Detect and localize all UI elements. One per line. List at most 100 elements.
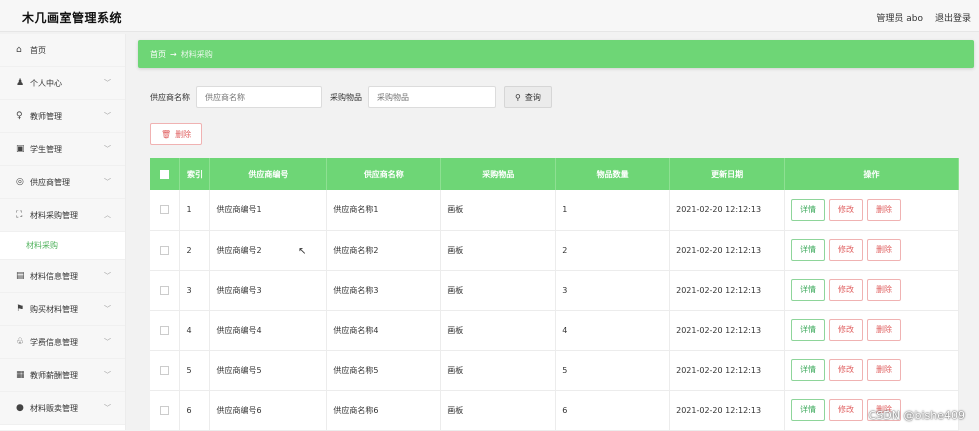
sidebar-item-purchase[interactable]: ⛶材料采购管理︿ bbox=[0, 199, 125, 232]
sidebar-item-student[interactable]: ▣学生管理﹀ bbox=[0, 133, 125, 166]
edit-button[interactable]: 修改 bbox=[829, 359, 863, 381]
detail-button[interactable]: 详情 bbox=[791, 199, 825, 221]
batch-delete-button[interactable]: 🗑 删除 bbox=[150, 123, 202, 145]
sidebar-item-fee[interactable]: ♧学费信息管理﹀ bbox=[0, 326, 125, 359]
sidebar-item-label: 供应商管理 bbox=[30, 177, 70, 188]
sidebar: ⌂首页♟个人中心﹀♀教师管理﹀▣学生管理﹀◎供应商管理﹀⛶材料采购管理︿材料采购… bbox=[0, 34, 126, 430]
table-row: 5供应商编号5供应商名称5画板52021-02-20 12:12:13详情修改删… bbox=[150, 350, 959, 390]
mouse-cursor-icon: ↖ bbox=[298, 246, 306, 257]
row-select-cell[interactable] bbox=[150, 390, 180, 430]
edit-button[interactable]: 修改 bbox=[829, 199, 863, 221]
row-checkbox[interactable] bbox=[160, 406, 169, 415]
sidebar-subitem-purchase[interactable]: 材料采购 bbox=[0, 232, 125, 260]
detail-button[interactable]: 详情 bbox=[791, 359, 825, 381]
sidebar-item-user[interactable]: ♟个人中心﹀ bbox=[0, 67, 125, 100]
purchase-item-label: 采购物品 bbox=[330, 92, 362, 103]
edit-button[interactable]: 修改 bbox=[829, 399, 863, 421]
supplier-name-label: 供应商名称 bbox=[150, 92, 190, 103]
header-qty[interactable]: 物品数量 bbox=[556, 158, 670, 190]
row-select-cell[interactable] bbox=[150, 310, 180, 350]
row-select-cell[interactable] bbox=[150, 350, 180, 390]
row-select-cell[interactable] bbox=[150, 190, 180, 230]
delete-button[interactable]: 删除 bbox=[867, 239, 901, 261]
cell-supplier-name: 供应商名称5 bbox=[327, 350, 441, 390]
teacher-icon: ♀ bbox=[16, 111, 30, 121]
table-row: 3供应商编号3供应商名称3画板32021-02-20 12:12:13详情修改删… bbox=[150, 270, 959, 310]
admin-user-label[interactable]: 管理员 abo bbox=[876, 11, 923, 24]
flag-icon: ⚑ bbox=[16, 304, 30, 314]
sidebar-item-sale[interactable]: ●材料贩卖管理﹀ bbox=[0, 392, 125, 425]
delete-button[interactable]: 删除 bbox=[867, 199, 901, 221]
header-purchase-item[interactable]: 采购物品 bbox=[441, 158, 556, 190]
detail-button[interactable]: 详情 bbox=[791, 239, 825, 261]
cell-purchase-item: 画板 bbox=[441, 270, 556, 310]
cell-index: 5 bbox=[180, 350, 210, 390]
row-checkbox[interactable] bbox=[160, 366, 169, 375]
sidebar-item-material-info[interactable]: ▤材料信息管理﹀ bbox=[0, 260, 125, 293]
breadcrumb-home[interactable]: 首页 bbox=[150, 49, 166, 60]
cell-supplier-name: 供应商名称4 bbox=[327, 310, 441, 350]
supplier-icon: ◎ bbox=[16, 177, 30, 187]
detail-button[interactable]: 详情 bbox=[791, 279, 825, 301]
purchase-item-input[interactable] bbox=[368, 86, 496, 108]
row-checkbox[interactable] bbox=[160, 205, 169, 214]
row-checkbox[interactable] bbox=[160, 326, 169, 335]
search-filters: 供应商名称 采购物品 ⚲ 查询 bbox=[150, 86, 552, 108]
cell-purchase-item: 画板 bbox=[441, 310, 556, 350]
material-info-icon: ▤ bbox=[16, 271, 30, 281]
delete-button[interactable]: 删除 bbox=[867, 279, 901, 301]
header-supplier-name[interactable]: 供应商名称 bbox=[327, 158, 441, 190]
edit-button[interactable]: 修改 bbox=[829, 319, 863, 341]
header-index[interactable]: 索引 bbox=[180, 158, 210, 190]
sidebar-item-home[interactable]: ⌂首页 bbox=[0, 34, 125, 67]
delete-button[interactable]: 删除 bbox=[867, 359, 901, 381]
table-header-row: 索引 供应商编号 供应商名称 采购物品 物品数量 更新日期 操作 bbox=[150, 158, 959, 190]
cell-supplier-no: 供应商编号5 bbox=[210, 350, 327, 390]
detail-button[interactable]: 详情 bbox=[791, 399, 825, 421]
cell-supplier-no: 供应商编号3 bbox=[210, 270, 327, 310]
cell-qty: 6 bbox=[556, 390, 670, 430]
table-row: 2供应商编号2供应商名称2画板22021-02-20 12:12:13详情修改删… bbox=[150, 230, 959, 270]
sidebar-item-teacher[interactable]: ♀教师管理﹀ bbox=[0, 100, 125, 133]
select-all-checkbox[interactable] bbox=[160, 170, 169, 179]
logout-link[interactable]: 退出登录 bbox=[935, 11, 971, 24]
header-supplier-no[interactable]: 供应商编号 bbox=[210, 158, 327, 190]
chevron-down-icon: ﹀ bbox=[104, 111, 111, 121]
row-checkbox[interactable] bbox=[160, 286, 169, 295]
cell-index: 6 bbox=[180, 390, 210, 430]
batch-delete-label: 删除 bbox=[175, 129, 191, 140]
sidebar-item-flag[interactable]: ⚑购买材料管理﹀ bbox=[0, 293, 125, 326]
sidebar-item-label: 材料贩卖管理 bbox=[30, 403, 78, 414]
detail-button[interactable]: 详情 bbox=[791, 319, 825, 341]
query-button[interactable]: ⚲ 查询 bbox=[504, 86, 552, 108]
cell-supplier-name: 供应商名称2 bbox=[327, 230, 441, 270]
row-checkbox[interactable] bbox=[160, 246, 169, 255]
sidebar-item-label: 教师薪酬管理 bbox=[30, 370, 78, 381]
cell-supplier-no: 供应商编号1 bbox=[210, 190, 327, 230]
cell-supplier-no: 供应商编号2 bbox=[210, 230, 327, 270]
query-button-label: 查询 bbox=[525, 92, 541, 103]
chevron-down-icon: ﹀ bbox=[104, 271, 111, 281]
cell-update-date: 2021-02-20 12:12:13 bbox=[670, 190, 785, 230]
select-all-header[interactable] bbox=[150, 158, 180, 190]
cell-actions: 详情修改删除 bbox=[785, 230, 959, 270]
sidebar-item-salary[interactable]: ▦教师薪酬管理﹀ bbox=[0, 359, 125, 392]
delete-button[interactable]: 删除 bbox=[867, 319, 901, 341]
cell-update-date: 2021-02-20 12:12:13 bbox=[670, 270, 785, 310]
cell-actions: 详情修改删除 bbox=[785, 310, 959, 350]
cell-actions: 详情修改删除 bbox=[785, 190, 959, 230]
sidebar-item-label: 购买材料管理 bbox=[30, 304, 78, 315]
row-select-cell[interactable] bbox=[150, 230, 180, 270]
chevron-down-icon: ﹀ bbox=[104, 78, 111, 88]
edit-button[interactable]: 修改 bbox=[829, 279, 863, 301]
row-select-cell[interactable] bbox=[150, 270, 180, 310]
fee-icon: ♧ bbox=[16, 337, 30, 347]
breadcrumb-arrow: → bbox=[170, 50, 177, 59]
chevron-down-icon: ﹀ bbox=[104, 144, 111, 154]
sidebar-item-label: 首页 bbox=[30, 45, 46, 56]
sidebar-item-supplier[interactable]: ◎供应商管理﹀ bbox=[0, 166, 125, 199]
chevron-down-icon: ﹀ bbox=[104, 370, 111, 380]
header-update-date[interactable]: 更新日期 bbox=[670, 158, 785, 190]
edit-button[interactable]: 修改 bbox=[829, 239, 863, 261]
supplier-name-input[interactable] bbox=[196, 86, 322, 108]
